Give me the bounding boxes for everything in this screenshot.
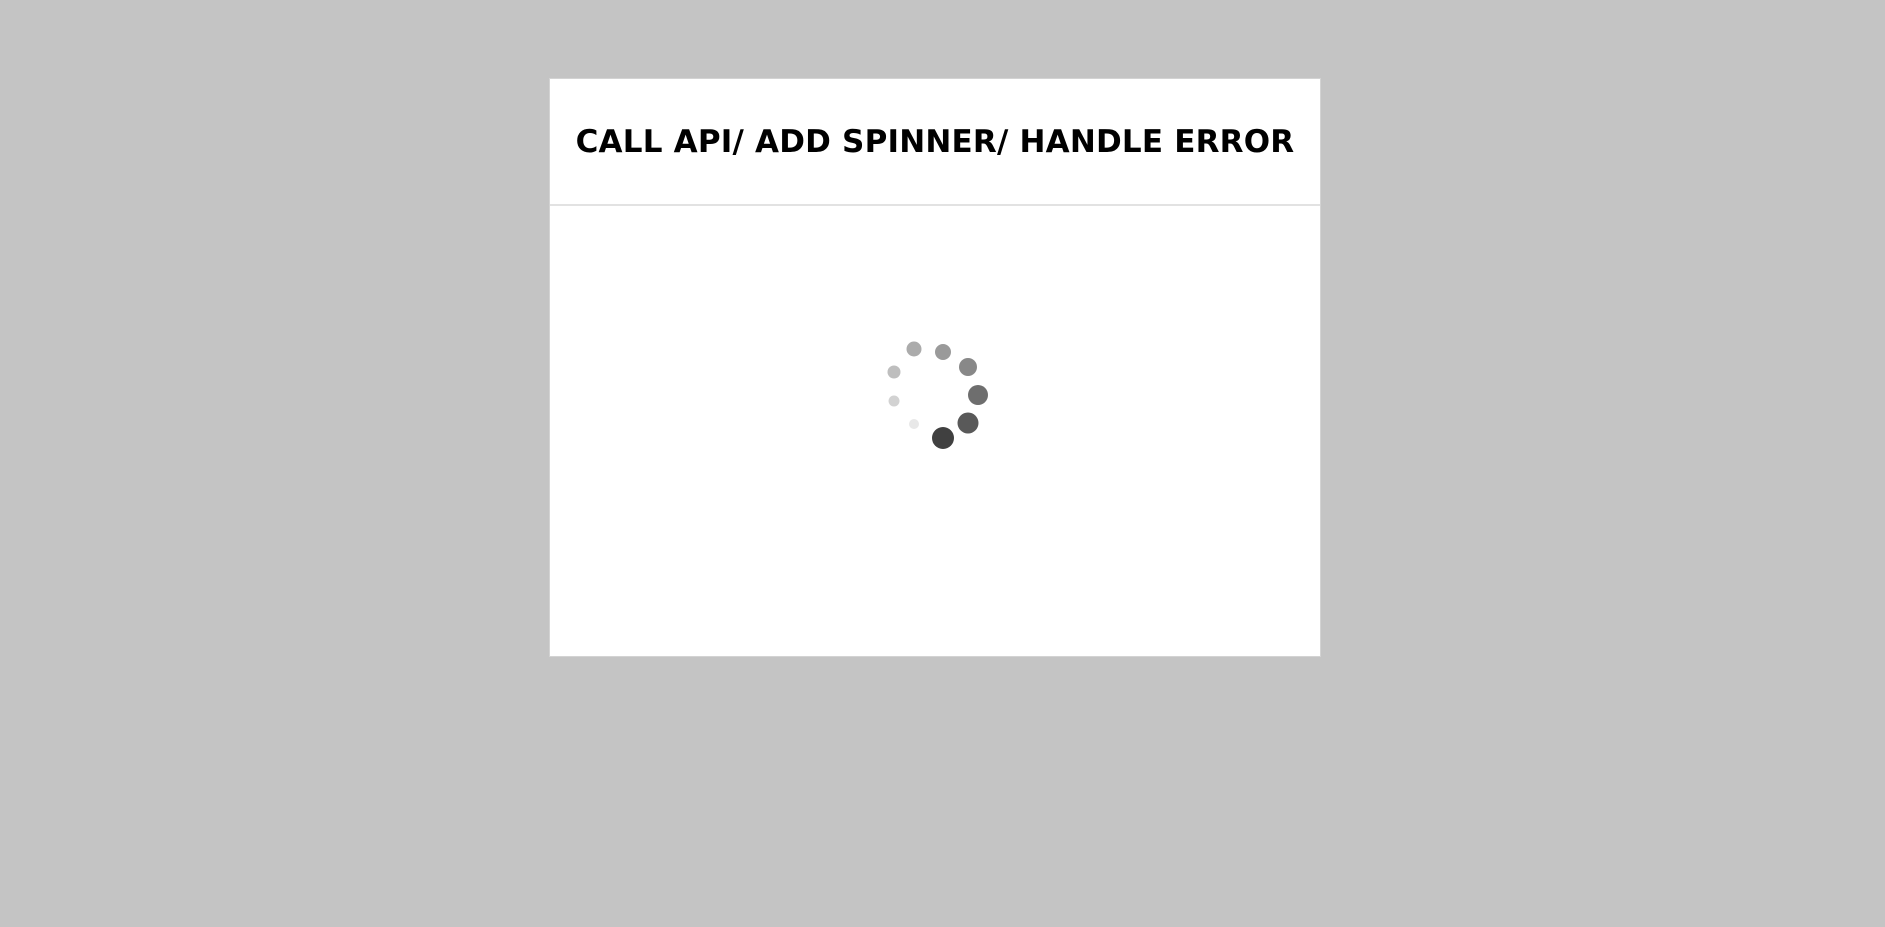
spinner-dot — [932, 427, 954, 449]
card-body — [550, 208, 1320, 656]
spinner-dot — [968, 385, 988, 405]
spinner-dot — [909, 419, 919, 429]
content-card: CALL API/ ADD SPINNER/ HANDLE ERROR — [550, 79, 1320, 656]
spinner-dot — [935, 344, 951, 360]
page-title: CALL API/ ADD SPINNER/ HANDLE ERROR — [575, 123, 1295, 160]
loading-spinner-icon — [887, 341, 988, 449]
spinner-dot — [959, 358, 977, 376]
page-background: CALL API/ ADD SPINNER/ HANDLE ERROR — [0, 0, 1885, 927]
spinner-dot — [906, 341, 922, 357]
spinner-dot — [957, 412, 979, 434]
spinner-dot — [887, 365, 901, 379]
card-header: CALL API/ ADD SPINNER/ HANDLE ERROR — [550, 79, 1320, 206]
spinner-dot — [888, 395, 900, 407]
